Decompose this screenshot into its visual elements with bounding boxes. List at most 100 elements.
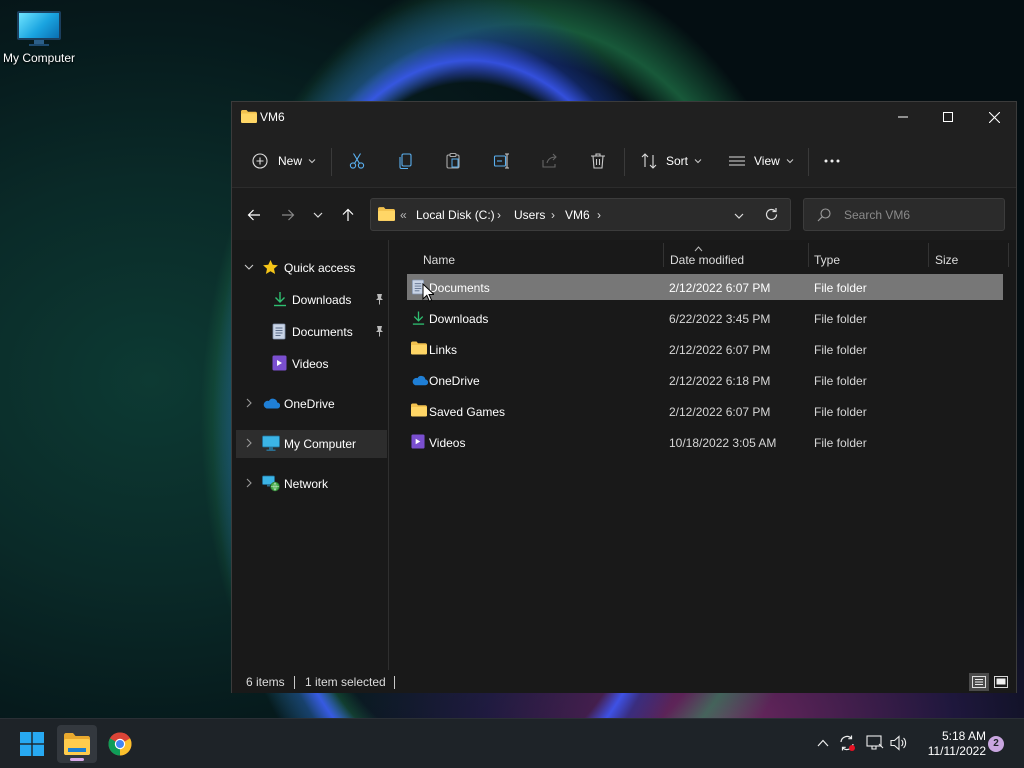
table-row[interactable]: Saved Games 2/12/2022 6:07 PM File folder [407, 398, 1003, 424]
start-button[interactable] [12, 725, 52, 763]
volume-button[interactable] [889, 733, 909, 753]
sort-button[interactable]: Sort [640, 146, 702, 176]
share-icon [542, 153, 557, 168]
cut-button[interactable] [348, 146, 366, 176]
view-icon [729, 156, 745, 166]
file-type: File folder [814, 374, 867, 388]
maximize-button[interactable] [925, 102, 971, 132]
chevron-right-icon[interactable]: › [597, 208, 601, 222]
rename-button[interactable] [493, 146, 511, 176]
chevron-down-icon [694, 159, 702, 164]
nav-my-computer[interactable]: My Computer [236, 430, 387, 458]
onedrive-icon [411, 374, 429, 389]
up-button[interactable] [337, 204, 359, 226]
chevron-right-icon[interactable]: › [551, 208, 555, 222]
rename-icon [493, 153, 509, 169]
file-explorer-window: VM6 New Sort View « Local Disk (C:) › Us… [231, 101, 1017, 765]
close-button[interactable] [971, 102, 1017, 132]
paste-button[interactable] [444, 146, 462, 176]
table-row[interactable]: Videos 10/18/2022 3:05 AM File folder [407, 429, 1003, 455]
nav-item-documents[interactable]: Documents [236, 318, 387, 346]
clock-date: 11/11/2022 [927, 744, 986, 758]
show-hidden-icons-button[interactable] [813, 733, 833, 753]
address-dropdown-button[interactable] [734, 210, 744, 224]
breadcrumb-vm6[interactable]: VM6 [565, 208, 590, 222]
clock[interactable]: 5:18 AM 11/11/2022 [912, 729, 986, 759]
tiles-view-button[interactable] [991, 673, 1011, 691]
table-row[interactable]: OneDrive 2/12/2022 6:18 PM File folder [407, 367, 1003, 393]
chevron-down-icon [313, 212, 323, 218]
view-button[interactable]: View [728, 146, 794, 176]
sync-error-icon [840, 735, 855, 751]
nav-onedrive[interactable]: OneDrive [236, 390, 387, 418]
chevron-up-icon [817, 739, 829, 747]
chevron-right-icon[interactable]: › [497, 208, 501, 222]
nav-label: Downloads [292, 293, 352, 307]
pin-icon[interactable] [374, 293, 385, 305]
minimize-button[interactable] [880, 102, 926, 132]
arrow-right-icon [282, 209, 295, 221]
taskbar-file-explorer[interactable] [57, 725, 97, 763]
nav-quick-access[interactable]: Quick access [236, 254, 387, 282]
chevron-down-icon [734, 213, 744, 219]
volume-icon [890, 735, 907, 751]
forward-button[interactable] [277, 204, 299, 226]
file-name: Saved Games [429, 405, 506, 419]
share-button[interactable] [541, 146, 559, 176]
sync-status-button[interactable] [837, 733, 857, 753]
desktop-icon-my-computer[interactable]: My Computer [0, 8, 78, 65]
navigation-pane: Quick access Downloads Documents Videos … [232, 240, 389, 670]
command-bar: New Sort View [232, 132, 1016, 188]
breadcrumb-local-disk[interactable]: Local Disk (C:) [416, 208, 495, 222]
minimize-icon [898, 116, 908, 118]
network-status-button[interactable] [865, 733, 885, 753]
folder-icon [241, 110, 257, 126]
folder-icon [378, 207, 395, 224]
clock-time: 5:18 AM [941, 729, 986, 743]
taskbar-chrome[interactable] [100, 725, 140, 763]
close-icon [988, 111, 1000, 123]
table-row[interactable]: Documents 2/12/2022 6:07 PM File folder [407, 274, 1003, 300]
column-divider[interactable] [1008, 243, 1009, 267]
nav-network[interactable]: Network [236, 470, 387, 498]
nav-item-videos[interactable]: Videos [236, 350, 387, 378]
computer-icon [262, 435, 280, 451]
back-button[interactable] [243, 204, 265, 226]
file-date-modified: 10/18/2022 3:05 AM [669, 436, 777, 450]
status-selection: 1 item selected [305, 675, 386, 689]
network-icon [262, 475, 280, 492]
sort-icon [641, 153, 657, 169]
recent-locations-button[interactable] [307, 204, 329, 226]
details-view-button[interactable] [969, 673, 989, 691]
file-name: Videos [429, 436, 466, 450]
column-divider[interactable] [808, 243, 809, 267]
breadcrumb-overflow[interactable]: « [400, 208, 407, 222]
address-bar[interactable]: « Local Disk (C:) › Users › VM6 › [370, 198, 791, 231]
details-view-icon [972, 676, 986, 688]
title-bar[interactable]: VM6 [232, 102, 1016, 132]
folder-icon [411, 341, 427, 358]
table-row[interactable]: Links 2/12/2022 6:07 PM File folder [407, 336, 1003, 362]
file-type: File folder [814, 343, 867, 357]
notification-badge[interactable]: 2 [988, 736, 1004, 752]
pin-icon[interactable] [374, 325, 385, 337]
new-button[interactable]: New [252, 146, 316, 176]
file-type: File folder [814, 436, 867, 450]
breadcrumb-users[interactable]: Users [514, 208, 545, 222]
refresh-button[interactable] [764, 207, 779, 225]
toolbar-divider [624, 148, 625, 176]
nav-item-downloads[interactable]: Downloads [236, 286, 387, 314]
search-box[interactable]: Search VM6 [803, 198, 1005, 231]
nav-label: Quick access [284, 261, 356, 275]
chevron-down-icon [244, 264, 254, 270]
copy-button[interactable] [397, 146, 415, 176]
column-header-label: Size [935, 253, 959, 267]
windows-logo-icon [20, 732, 44, 756]
chevron-right-icon [246, 398, 252, 408]
column-divider[interactable] [663, 243, 664, 267]
delete-button[interactable] [589, 146, 607, 176]
more-options-button[interactable] [823, 146, 841, 176]
table-row[interactable]: Downloads 6/22/2022 3:45 PM File folder [407, 305, 1003, 331]
column-divider[interactable] [928, 243, 929, 267]
status-item-count: 6 items [246, 675, 285, 689]
